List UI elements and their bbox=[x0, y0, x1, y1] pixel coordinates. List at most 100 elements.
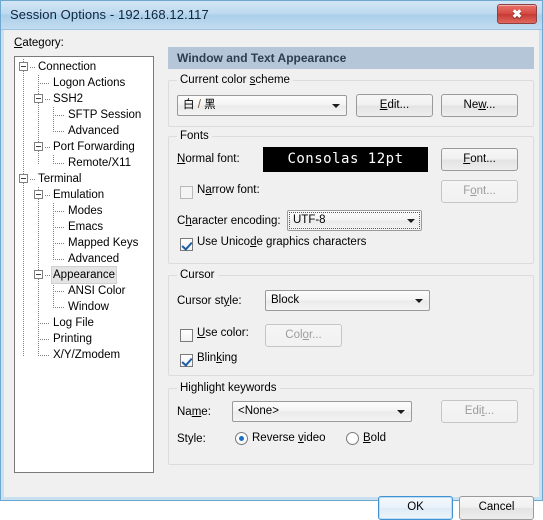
character-encoding-combo[interactable]: UTF-8 bbox=[287, 210, 422, 231]
tree-item-label: X/Y/Zmodem bbox=[53, 349, 121, 361]
highlight-name-combo[interactable]: <None> bbox=[232, 401, 412, 422]
color-scheme-new-button[interactable]: New... bbox=[441, 94, 518, 117]
use-color-label: Use color: bbox=[197, 327, 249, 339]
tree-item-logon-actions[interactable]: Logon Actions bbox=[15, 75, 153, 91]
settings-pane: Window and Text Appearance Current color… bbox=[168, 47, 534, 473]
category-tree[interactable]: Connection Logon Actions SSH2 SFTP Session A… bbox=[14, 56, 154, 473]
highlight-name-label: Name: bbox=[177, 406, 211, 418]
style-reverse-video-label: Reverse video bbox=[252, 432, 326, 444]
tree-connector bbox=[38, 323, 50, 324]
tree-connector bbox=[45, 147, 50, 148]
title-bar[interactable]: Session Options - 192.168.12.117 ✖ bbox=[1, 1, 542, 30]
tree-item-label: Remote/X11 bbox=[68, 157, 132, 169]
tree-item-label: Advanced bbox=[68, 253, 120, 265]
chevron-down-icon bbox=[407, 219, 415, 223]
use-color-checkbox[interactable] bbox=[180, 329, 193, 342]
blinking-checkbox[interactable] bbox=[180, 354, 193, 367]
tree-item-label: Terminal bbox=[38, 173, 82, 185]
chevron-down-icon bbox=[397, 410, 405, 414]
cancel-button[interactable]: Cancel bbox=[459, 496, 534, 520]
pane-title: Window and Text Appearance bbox=[168, 47, 534, 69]
tree-connector bbox=[53, 227, 65, 228]
tree-item-advanced[interactable]: Advanced bbox=[15, 251, 153, 267]
tree-item-ssh2[interactable]: SSH2 bbox=[15, 91, 153, 107]
normal-font-label: Normal font: bbox=[177, 153, 240, 165]
unicode-graphics-checkbox[interactable] bbox=[180, 238, 193, 251]
tree-item-label: SFTP Session bbox=[68, 109, 142, 121]
blinking-label: Blinking bbox=[197, 352, 238, 364]
tree-item-ansi-color[interactable]: ANSI Color bbox=[15, 283, 153, 299]
unicode-graphics-label: Use Unicode graphics characters bbox=[197, 236, 367, 248]
normal-font-button[interactable]: Font... bbox=[441, 148, 518, 171]
tree-connector bbox=[30, 67, 35, 68]
tree-item-connection[interactable]: Connection bbox=[15, 59, 153, 75]
tree-item-label: Modes bbox=[68, 205, 103, 217]
tree-item-label: Port Forwarding bbox=[53, 141, 135, 153]
close-icon: ✖ bbox=[511, 7, 523, 21]
tree-item-port-forwarding[interactable]: Port Forwarding bbox=[15, 139, 153, 155]
category-label: Category: bbox=[14, 37, 64, 49]
tree-connector bbox=[38, 83, 50, 84]
dialog-client-area: Category: Connection Logon Actions SSH2 SFT… bbox=[4, 30, 539, 520]
tree-connector bbox=[38, 339, 50, 340]
tree-item-mapped-keys[interactable]: Mapped Keys bbox=[15, 235, 153, 251]
tree-item-emacs[interactable]: Emacs bbox=[15, 219, 153, 235]
tree-connector bbox=[45, 99, 50, 100]
tree-expander-minus-icon[interactable] bbox=[34, 190, 43, 199]
tree-connector bbox=[53, 131, 65, 132]
cursor-style-combo[interactable]: Block bbox=[265, 290, 430, 311]
tree-item-label: Logon Actions bbox=[53, 77, 126, 89]
tree-item-remote-x11[interactable]: Remote/X11 bbox=[15, 155, 153, 171]
tree-item-label: Window bbox=[68, 301, 109, 313]
tree-item-modes[interactable]: Modes bbox=[15, 203, 153, 219]
window-title: Session Options - 192.168.12.117 bbox=[10, 7, 209, 22]
tree-connector bbox=[38, 355, 50, 356]
highlight-group-title: Highlight keywords bbox=[177, 382, 280, 394]
color-scheme-group-title: Current color scheme bbox=[177, 74, 293, 86]
tree-item-log-file[interactable]: Log File bbox=[15, 315, 153, 331]
style-bold-radio[interactable] bbox=[346, 432, 359, 445]
tree-connector bbox=[45, 195, 50, 196]
tree-item-label: SSH2 bbox=[53, 93, 84, 105]
ok-button[interactable]: OK bbox=[378, 496, 453, 520]
tree-item-label: Emacs bbox=[68, 221, 104, 233]
tree-item-appearance[interactable]: Appearance bbox=[15, 266, 153, 284]
session-options-dialog: Session Options - 192.168.12.117 ✖ Categ… bbox=[0, 0, 543, 520]
character-encoding-label: Character encoding: bbox=[177, 215, 281, 227]
tree-connector bbox=[53, 163, 65, 164]
tree-expander-minus-icon[interactable] bbox=[19, 62, 28, 71]
tree-item-printing[interactable]: Printing bbox=[15, 331, 153, 347]
tree-item-label: Connection bbox=[38, 61, 97, 73]
tree-connector bbox=[53, 307, 65, 308]
tree-item-x-y-zmodem[interactable]: X/Y/Zmodem bbox=[15, 347, 153, 363]
tree-expander-minus-icon[interactable] bbox=[34, 270, 43, 279]
cursor-style-label: Cursor style: bbox=[177, 295, 242, 307]
tree-item-sftp-session[interactable]: SFTP Session bbox=[15, 107, 153, 123]
chevron-down-icon bbox=[415, 299, 423, 303]
tree-item-window[interactable]: Window bbox=[15, 299, 153, 315]
tree-item-label: Appearance bbox=[51, 266, 118, 284]
tree-item-terminal[interactable]: Terminal bbox=[15, 171, 153, 187]
tree-expander-minus-icon[interactable] bbox=[19, 174, 28, 183]
tree-connector bbox=[53, 211, 65, 212]
tree-item-emulation[interactable]: Emulation bbox=[15, 187, 153, 203]
character-encoding-value: UTF-8 bbox=[293, 214, 326, 226]
narrow-font-checkbox[interactable] bbox=[180, 186, 193, 199]
tree-connector bbox=[53, 259, 65, 260]
tree-expander-minus-icon[interactable] bbox=[34, 142, 43, 151]
color-scheme-edit-button[interactable]: Edit... bbox=[356, 94, 433, 117]
normal-font-preview: Consolas 12pt bbox=[263, 147, 428, 172]
highlight-name-value: <None> bbox=[238, 405, 279, 417]
highlight-edit-button: Edit... bbox=[441, 400, 518, 423]
tree-item-advanced[interactable]: Advanced bbox=[15, 123, 153, 139]
color-scheme-value: 白 / 黑 bbox=[183, 99, 216, 111]
close-button[interactable]: ✖ bbox=[497, 4, 537, 24]
tree-item-label: Emulation bbox=[53, 189, 105, 201]
color-scheme-combo[interactable]: 白 / 黑 bbox=[177, 95, 347, 116]
style-reverse-video-radio[interactable] bbox=[235, 432, 248, 445]
tree-connector bbox=[45, 275, 50, 276]
tree-expander-minus-icon[interactable] bbox=[34, 94, 43, 103]
chevron-down-icon bbox=[332, 104, 340, 108]
tree-item-label: Printing bbox=[53, 333, 92, 345]
tree-connector bbox=[53, 291, 65, 292]
